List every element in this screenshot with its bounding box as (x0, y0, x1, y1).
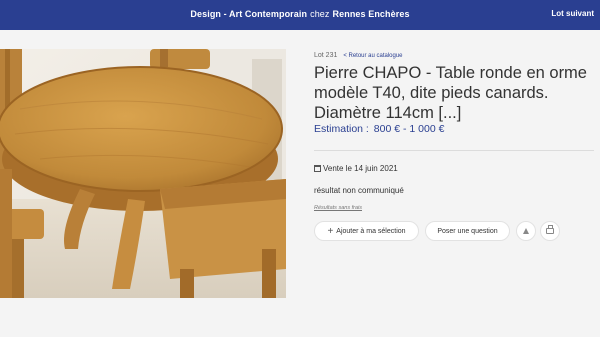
calendar-icon (314, 165, 321, 172)
ask-question-button[interactable]: Poser une question (425, 221, 510, 241)
lot-photo[interactable] (0, 49, 286, 298)
estimate: Estimation : 800 € - 1 000 € (314, 123, 444, 135)
alert-button[interactable] (516, 221, 536, 241)
estimate-value: 800 € - 1 000 € (373, 123, 445, 135)
table-photo-image (0, 49, 286, 298)
sale-date: Vente le 14 juin 2021 (314, 164, 398, 173)
add-to-selection-label: Ajouter à ma sélection (336, 227, 406, 235)
print-button[interactable] (540, 221, 560, 241)
divider (314, 150, 594, 151)
estimate-label: Estimation : (314, 123, 369, 135)
sale-date-text: Vente le 14 juin 2021 (323, 164, 398, 173)
back-to-catalogue-link[interactable]: < Retour au catalogue (343, 53, 402, 59)
next-lot-link[interactable]: Lot suivant (551, 9, 594, 18)
plus-icon: + (327, 225, 334, 237)
lot-number: Lot 231 (314, 52, 338, 59)
lot-number-line: Lot 231 < Retour au catalogue (314, 52, 403, 59)
top-bar: Design - Art Contemporain chez Rennes Ench… (0, 0, 600, 30)
bell-icon (523, 228, 529, 234)
header-chez: chez (310, 9, 330, 19)
header-auction-house[interactable]: Rennes Enchères (333, 9, 410, 19)
header-category[interactable]: Design - Art Contemporain (190, 9, 307, 19)
result-text: résultat non communiqué (314, 186, 404, 195)
lot-title: Pierre CHAPO - Table ronde en orme modèl… (314, 64, 587, 122)
header-title: Design - Art Contemporain chez Rennes Ench… (0, 9, 600, 19)
fees-note-link[interactable]: Résultats sans frais (314, 205, 362, 211)
add-to-selection-button[interactable]: + Ajouter à ma sélection (314, 221, 419, 241)
printer-icon (546, 225, 554, 234)
ask-question-label: Poser une question (437, 227, 498, 235)
